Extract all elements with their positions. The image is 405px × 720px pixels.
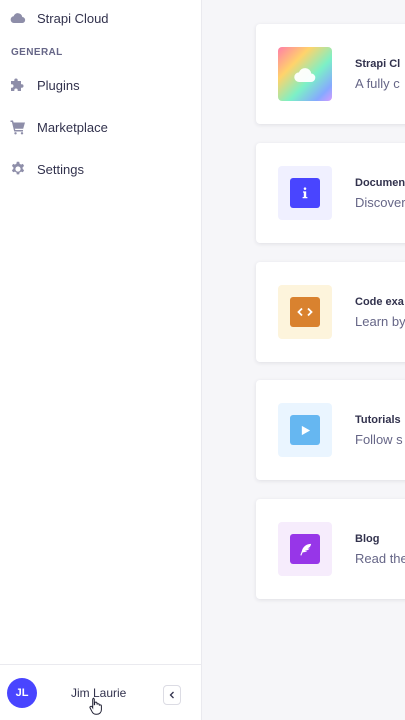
sidebar-item-label: Settings — [37, 161, 84, 177]
card-title: Strapi Cl — [355, 57, 401, 70]
sidebar-item-plugins[interactable]: Plugins — [0, 64, 201, 106]
card-title: Documen — [355, 176, 405, 189]
sidebar: Strapi Cloud GENERAL Plugins Marketplace… — [0, 0, 202, 720]
cloud-icon — [10, 10, 26, 26]
card-documentation[interactable]: Documen Discover — [256, 143, 405, 243]
card-title: Tutorials — [355, 413, 401, 426]
card-strapi-cloud[interactable]: Strapi Cl A fully c — [256, 24, 405, 124]
info-icon — [278, 166, 332, 220]
sidebar-item-settings[interactable]: Settings — [0, 148, 201, 190]
play-icon — [278, 403, 332, 457]
avatar[interactable]: JL — [7, 677, 37, 708]
collapse-sidebar-button[interactable] — [163, 685, 181, 705]
app-window: Strapi Cloud GENERAL Plugins Marketplace… — [0, 0, 405, 720]
card-title: Code exa — [355, 295, 404, 308]
chevron-left-icon — [169, 691, 174, 699]
card-tutorials[interactable]: Tutorials Follow s — [256, 380, 405, 480]
card-blog[interactable]: Blog Read the — [256, 499, 405, 599]
sidebar-item-marketplace[interactable]: Marketplace — [0, 106, 201, 148]
card-description: Discover — [355, 194, 405, 210]
main-content: Strapi Cl A fully c Documen Discover Cod… — [202, 0, 405, 720]
cart-icon — [10, 119, 26, 135]
puzzle-icon — [10, 77, 26, 93]
feather-icon — [278, 522, 332, 576]
hand-cursor-icon — [89, 697, 102, 715]
code-icon — [278, 285, 332, 339]
card-code-examples[interactable]: Code exa Learn by — [256, 262, 405, 362]
sidebar-item-strapi-cloud[interactable]: Strapi Cloud — [0, 0, 201, 36]
card-description: Follow s — [355, 431, 403, 447]
section-label-general: GENERAL — [11, 47, 63, 58]
sidebar-item-label: Plugins — [37, 77, 80, 93]
gear-icon — [10, 161, 26, 177]
cloud-gradient-icon — [278, 47, 332, 101]
card-description: Learn by — [355, 313, 405, 329]
card-description: Read the — [355, 550, 405, 566]
card-description: A fully c — [355, 75, 400, 91]
sidebar-item-label: Marketplace — [37, 119, 108, 135]
sidebar-footer: JL Jim Laurie — [0, 664, 201, 720]
card-title: Blog — [355, 532, 380, 545]
sidebar-item-label: Strapi Cloud — [37, 10, 109, 26]
